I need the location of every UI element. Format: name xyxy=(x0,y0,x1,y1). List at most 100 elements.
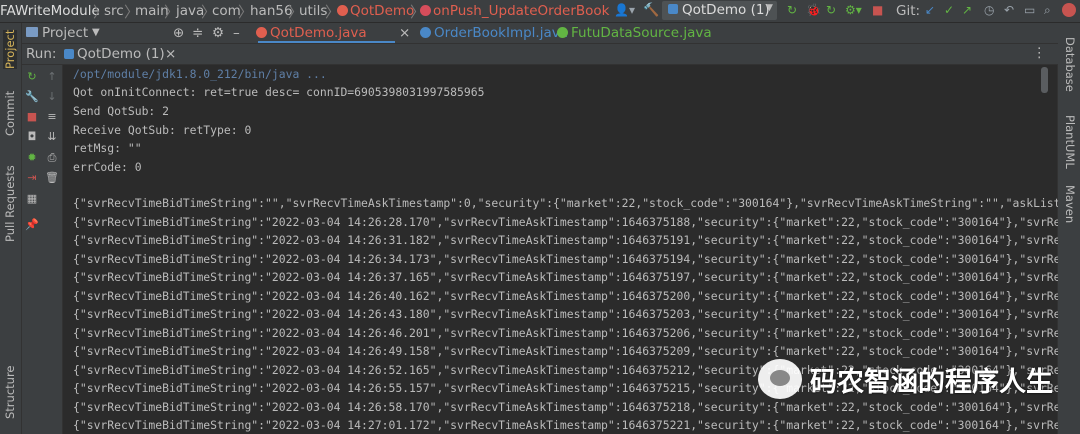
user-icon[interactable]: 👤▾ xyxy=(614,3,635,17)
git-update-icon[interactable]: ↙ xyxy=(925,3,935,17)
chevron-down-icon[interactable]: ▼ xyxy=(92,27,100,38)
class-icon xyxy=(337,5,348,16)
profile-icon[interactable]: ⚙▾ xyxy=(845,3,862,17)
console-line: Send QotSub: 2 xyxy=(73,104,170,118)
class-icon xyxy=(420,27,431,38)
run-panel-header: Run: QotDemo (1) × ⋮ xyxy=(22,44,1058,65)
console-line: {"svrRecvTimeBidTimeString":"2022-03-04 … xyxy=(73,215,1058,229)
stop-icon[interactable]: ■ xyxy=(25,110,39,123)
console-line: {"svrRecvTimeBidTimeString":"2022-03-04 … xyxy=(73,289,1058,303)
git-commit-icon[interactable]: ✓ xyxy=(944,3,954,17)
locate-icon[interactable]: ⊕ xyxy=(173,25,184,41)
console-scrollbar[interactable] xyxy=(1041,67,1048,93)
navigation-bar: FAWriteModule 〉 src 〉 main 〉 java 〉 com … xyxy=(0,0,1080,23)
project-tool-button[interactable]: Project xyxy=(3,29,17,69)
run-tab[interactable]: QotDemo (1) xyxy=(64,46,165,62)
layout-icon[interactable]: ▭ xyxy=(1024,3,1035,17)
breadcrumb-item-src[interactable]: src xyxy=(104,3,124,19)
method-icon xyxy=(420,5,431,16)
run-label: Run: xyxy=(26,46,57,62)
console-line: {"svrRecvTimeBidTimeString":"","svrRecvT… xyxy=(73,196,1058,210)
maven-tool-button[interactable]: Maven xyxy=(1063,185,1077,223)
pin-icon[interactable]: 📌 xyxy=(25,218,39,231)
breadcrumb-item-class[interactable]: QotDemo xyxy=(350,3,414,19)
wrench-icon[interactable]: 🔧 xyxy=(25,90,39,103)
console-line: {"svrRecvTimeBidTimeString":"2022-03-04 … xyxy=(73,233,1058,247)
watermark-text: 码农智涵的程序人生 xyxy=(810,366,1053,398)
console-line: retMsg: "" xyxy=(73,141,142,155)
collapse-icon[interactable]: ≑ xyxy=(192,25,203,41)
print-icon[interactable]: ⎙ xyxy=(45,151,59,165)
console-line: {"svrRecvTimeBidTimeString":"2022-03-04 … xyxy=(73,326,1058,340)
breadcrumb-item-com[interactable]: com xyxy=(212,3,241,19)
run-config-label: QotDemo (1) xyxy=(682,2,770,18)
console-line: {"svrRecvTimeBidTimeString":"2022-03-04 … xyxy=(73,270,1058,284)
run-config-icon xyxy=(64,49,74,59)
commit-tool-button[interactable]: Commit xyxy=(3,91,17,136)
build-icon[interactable]: 🔨 xyxy=(643,3,659,18)
ide-logo-icon[interactable] xyxy=(1062,3,1076,17)
git-rollback-icon[interactable]: ↶ xyxy=(1004,3,1014,17)
trash-icon[interactable]: 🗑 xyxy=(45,171,59,184)
scroll-to-end-icon[interactable]: ⇊ xyxy=(45,130,59,143)
debug-icon[interactable]: ✹ xyxy=(25,151,39,164)
tab-qotdemo[interactable]: QotDemo.java xyxy=(256,25,367,41)
tab-orderbookimpl[interactable]: OrderBookImpl.java xyxy=(420,25,568,41)
project-view-label[interactable]: Project xyxy=(42,25,88,41)
watermark: 码农智涵的程序人生 xyxy=(758,355,1053,403)
run-config-icon xyxy=(668,4,678,14)
active-tab-indicator xyxy=(258,41,395,43)
left-tool-strip: Project Commit Pull Requests Structure xyxy=(0,23,22,434)
hide-icon[interactable]: – xyxy=(233,25,240,41)
tab-label: FutuDataSource.java xyxy=(571,25,712,41)
git-label: Git: xyxy=(896,3,921,19)
close-icon[interactable]: × xyxy=(399,25,410,41)
right-tool-strip: Database PlantUML Maven xyxy=(1057,23,1080,434)
gear-icon[interactable]: ⚙ xyxy=(212,25,224,41)
chevron-down-icon: ▼ xyxy=(766,3,773,13)
structure-tool-button[interactable]: Structure xyxy=(3,366,17,420)
camera-icon[interactable]: ◘ xyxy=(25,130,39,143)
console-line[interactable]: /opt/module/jdk1.8.0_212/bin/java ... xyxy=(73,67,327,81)
breadcrumb-item-method[interactable]: onPush_UpdateOrderBook xyxy=(433,3,609,19)
close-icon[interactable]: × xyxy=(165,46,176,62)
run-tab-label: QotDemo (1) xyxy=(77,46,165,62)
console-line: {"svrRecvTimeBidTimeString":"2022-03-04 … xyxy=(73,418,1058,432)
run-config-selector[interactable]: QotDemo (1) ▼ xyxy=(662,1,777,20)
wechat-logo-icon xyxy=(758,359,802,399)
git-push-icon[interactable]: ↗ xyxy=(962,3,972,17)
console-line: {"svrRecvTimeBidTimeString":"2022-03-04 … xyxy=(73,307,1058,321)
down-arrow-icon[interactable]: ↓ xyxy=(45,90,59,103)
tab-label: QotDemo.java xyxy=(270,25,367,41)
more-options-icon[interactable]: ⋮ xyxy=(1033,45,1047,61)
debug-icon[interactable]: 🐞 xyxy=(806,3,821,17)
class-icon xyxy=(256,27,267,38)
console-line: Receive QotSub: retType: 0 xyxy=(73,123,252,137)
breadcrumb-item-han56[interactable]: han56 xyxy=(250,3,293,19)
console-line: {"svrRecvTimeBidTimeString":"2022-03-04 … xyxy=(73,252,1058,266)
tab-futudatasource[interactable]: FutuDataSource.java xyxy=(557,25,712,41)
class-icon xyxy=(557,27,568,38)
breadcrumb-item-utils[interactable]: utils xyxy=(299,3,327,19)
database-tool-button[interactable]: Database xyxy=(1063,37,1077,92)
tab-label: OrderBookImpl.java xyxy=(434,25,568,41)
console-line: errCode: 0 xyxy=(73,160,142,174)
exit-icon[interactable]: ⇥ xyxy=(25,171,39,184)
project-view-icon xyxy=(26,27,38,37)
run-toolbar-primary: ↻ 🔧 ■ ◘ ✹ ⇥ ▦ 📌 xyxy=(22,65,42,434)
console-line: Qot onInitConnect: ret=true desc= connID… xyxy=(73,85,485,99)
breadcrumb-item-module[interactable]: FAWriteModule xyxy=(0,3,100,19)
stop-icon[interactable]: ■ xyxy=(872,3,883,17)
plantuml-tool-button[interactable]: PlantUML xyxy=(1063,115,1077,169)
rerun-icon[interactable]: ↻ xyxy=(25,70,39,83)
editor-tab-bar: Project ▼ ⊕ ≑ ⚙ – QotDemo.java × OrderBo… xyxy=(22,23,1058,44)
git-history-icon[interactable]: ◷ xyxy=(984,3,994,17)
up-arrow-icon[interactable]: ↑ xyxy=(45,70,59,83)
coverage-icon[interactable]: ↻ xyxy=(826,3,836,17)
run-toolbar-secondary: ↑ ↓ ≡ ⇊ ⎙ 🗑 xyxy=(42,65,63,434)
soft-wrap-icon[interactable]: ≡ xyxy=(45,110,59,123)
search-icon[interactable]: ⌕ xyxy=(1044,3,1051,18)
layout-icon[interactable]: ▦ xyxy=(25,192,39,205)
pull-requests-tool-button[interactable]: Pull Requests xyxy=(3,165,17,242)
rerun-icon[interactable]: ↻ xyxy=(787,3,797,17)
